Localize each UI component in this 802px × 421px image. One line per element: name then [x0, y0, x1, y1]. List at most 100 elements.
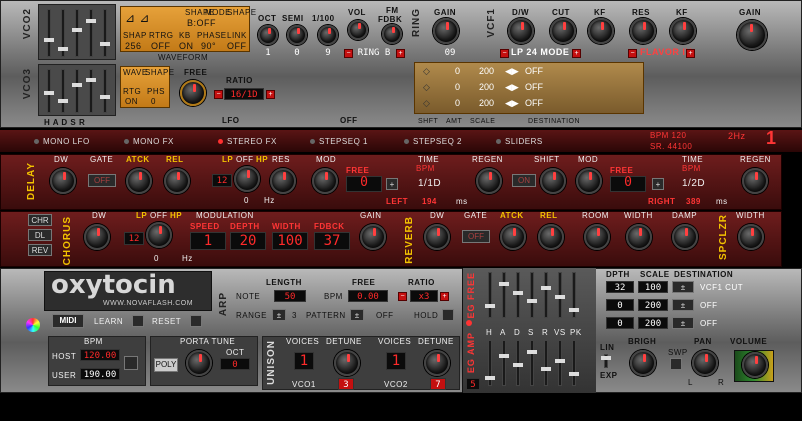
- tab-mono-lfo[interactable]: MONO LFO: [34, 137, 90, 146]
- delay-atck-knob[interactable]: [126, 168, 152, 194]
- eg-free-vs-slider[interactable]: [555, 272, 565, 318]
- midi-button[interactable]: MIDI: [52, 314, 84, 328]
- delay-res-knob[interactable]: [270, 168, 296, 194]
- vcf-dw-knob[interactable]: [508, 18, 534, 44]
- vco2-release-slider[interactable]: [100, 9, 110, 57]
- lfo-dest-row[interactable]: ◇ 0 200 ◀▶ OFF: [419, 82, 639, 94]
- delay-right-plus[interactable]: +: [652, 178, 664, 190]
- bpm-source-toggle[interactable]: [124, 356, 138, 370]
- tab-mono-fx[interactable]: MONO FX: [124, 137, 174, 146]
- arp-ratio-prev[interactable]: −: [398, 292, 407, 301]
- chorus-filter-knob[interactable]: [146, 222, 172, 248]
- arp-pattern-stepper[interactable]: ±: [350, 309, 364, 321]
- lfo-dest-arrows[interactable]: ◀▶: [505, 82, 519, 93]
- color-wheel-icon[interactable]: [26, 318, 40, 332]
- eg-free-a-slider[interactable]: [499, 272, 509, 318]
- vco2-detune-knob[interactable]: [424, 350, 450, 376]
- user-bpm-value[interactable]: 190.00: [80, 368, 120, 380]
- swp-toggle[interactable]: [670, 358, 682, 370]
- vco2-sustain-slider[interactable]: [86, 9, 96, 57]
- ring-mode-next[interactable]: +: [396, 49, 405, 58]
- delay-left-plus[interactable]: +: [386, 178, 398, 190]
- vco2-waveform-box[interactable]: SHAPE MODE SHAPE ⊿ ⊿ B:OFF SHAP RTRG KB …: [120, 6, 256, 52]
- chorus-speed-value[interactable]: 1: [190, 232, 226, 250]
- vco1-detune-knob[interactable]: [334, 350, 360, 376]
- reverb-gate-toggle[interactable]: OFF: [462, 230, 490, 243]
- master-gain-knob[interactable]: [737, 20, 767, 50]
- vcf-cut-knob[interactable]: [550, 18, 576, 44]
- vco3-attack-slider[interactable]: [58, 69, 68, 113]
- tab-sliders[interactable]: SLIDERS: [496, 137, 543, 146]
- lfo-dest-row[interactable]: ◇ 0 200 ◀▶ OFF: [419, 66, 639, 78]
- poly-button[interactable]: POLY: [154, 358, 178, 372]
- lin-exp-switch[interactable]: [601, 354, 611, 368]
- vco3-sustain-slider[interactable]: [86, 69, 96, 113]
- vcf-kf2-knob[interactable]: [670, 18, 696, 44]
- reverb-rel-knob[interactable]: [538, 224, 564, 250]
- chorus-depth-value[interactable]: 20: [230, 232, 266, 250]
- vco3-hold-slider[interactable]: [44, 69, 54, 113]
- eg-amp-a-slider[interactable]: [499, 340, 509, 386]
- delay-gate-toggle[interactable]: OFF: [88, 174, 116, 187]
- spclzr-width-knob[interactable]: [738, 224, 764, 250]
- eg-row-stepper[interactable]: ±: [672, 317, 694, 329]
- porta-oct-value[interactable]: 0: [220, 358, 250, 370]
- eg-free-pk-slider[interactable]: [569, 272, 579, 318]
- filter-mode-next[interactable]: +: [572, 49, 581, 58]
- delay-rel-knob[interactable]: [164, 168, 190, 194]
- eg-amp-s-slider[interactable]: [527, 340, 537, 386]
- lfo-dest-arrows[interactable]: ◀▶: [505, 98, 519, 109]
- dl-button[interactable]: DL: [28, 229, 52, 241]
- ring-mode-prev[interactable]: −: [344, 49, 353, 58]
- delay-dw-knob[interactable]: [50, 168, 76, 194]
- filter-mode-prev[interactable]: −: [500, 49, 509, 58]
- reverb-atck-knob[interactable]: [500, 224, 526, 250]
- rev-button[interactable]: REV: [28, 244, 52, 256]
- lfo-ratio-prev[interactable]: −: [214, 90, 223, 99]
- ring-gain-knob[interactable]: [433, 18, 459, 44]
- arp-range-stepper[interactable]: ±: [272, 309, 286, 321]
- flavor-prev[interactable]: −: [628, 49, 637, 58]
- reverb-damp-knob[interactable]: [672, 224, 698, 250]
- vcf-kf-knob[interactable]: [588, 18, 614, 44]
- learn-toggle[interactable]: [132, 315, 144, 327]
- eg-amp-vs-slider[interactable]: [555, 340, 565, 386]
- chorus-fdbck-value[interactable]: 37: [314, 232, 350, 250]
- eg-free-s-slider[interactable]: [527, 272, 537, 318]
- vco2-hold-slider[interactable]: [44, 9, 54, 57]
- reverb-room-knob[interactable]: [584, 224, 610, 250]
- reset-button[interactable]: [190, 315, 202, 327]
- cent-knob[interactable]: [318, 25, 338, 45]
- brigh-knob[interactable]: [630, 350, 656, 376]
- reverb-width-knob[interactable]: [626, 224, 652, 250]
- eg-amp-h-slider[interactable]: [485, 340, 495, 386]
- delay-shift-toggle[interactable]: ON: [512, 174, 536, 187]
- arp-hold-toggle[interactable]: [442, 309, 454, 321]
- eg-row-stepper[interactable]: ±: [672, 281, 694, 293]
- lfo-destination-panel[interactable]: ◇ 0 200 ◀▶ OFF ◇ 0 200 ◀▶ OFF ◇ 0 200 ◀▶…: [414, 62, 644, 114]
- fm-knob[interactable]: [382, 24, 402, 44]
- vcf-res-knob[interactable]: [630, 18, 656, 44]
- vco3-release-slider[interactable]: [100, 69, 110, 113]
- lfo-ratio-next[interactable]: +: [266, 90, 275, 99]
- arp-bpm-value[interactable]: 0.00: [348, 290, 388, 302]
- delay-right-regen-knob[interactable]: [742, 168, 768, 194]
- chorus-dw-knob[interactable]: [84, 224, 110, 250]
- volume-knob[interactable]: [742, 352, 768, 378]
- semi-knob[interactable]: [287, 25, 307, 45]
- tab-stepseq-2[interactable]: STEPSEQ 2: [404, 137, 462, 146]
- eg-amp-pk-slider[interactable]: [569, 340, 579, 386]
- delay-filter-knob[interactable]: [234, 166, 260, 192]
- chorus-width-value[interactable]: 100: [272, 232, 308, 250]
- eg-amp-r-slider[interactable]: [541, 340, 551, 386]
- tab-stereo-fx[interactable]: STEREO FX: [218, 137, 277, 146]
- tab-stepseq-1[interactable]: STEPSEQ 1: [310, 137, 368, 146]
- eg-row-depth[interactable]: 32: [606, 281, 634, 293]
- eg-row-depth[interactable]: 0: [606, 317, 634, 329]
- lfo-waveform-box[interactable]: WAVE SHAPE RTG PHS ON 0: [120, 66, 174, 108]
- chorus-gain-knob[interactable]: [360, 224, 386, 250]
- arp-ratio-value[interactable]: x3: [410, 290, 438, 302]
- lfo-dest-row[interactable]: ◇ 0 200 ◀▶ OFF: [419, 98, 639, 110]
- eg-row-scale[interactable]: 200: [638, 299, 668, 311]
- arp-note-value[interactable]: 50: [274, 290, 306, 302]
